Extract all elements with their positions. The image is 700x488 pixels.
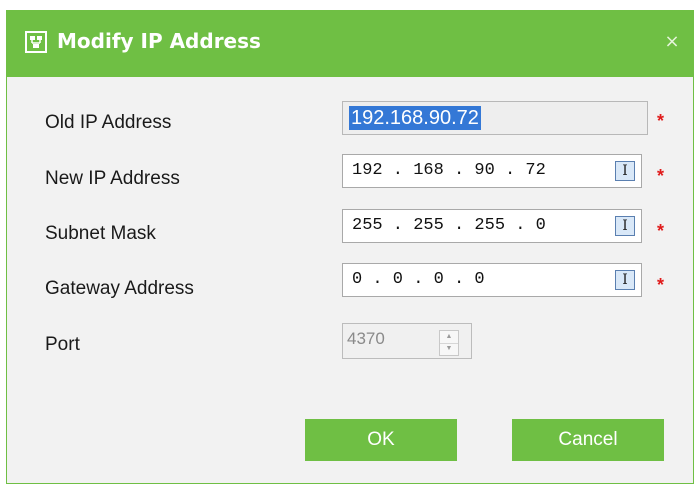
port-label: Port bbox=[45, 334, 80, 355]
old-ip-field[interactable]: 192.168.90.72 bbox=[342, 101, 648, 135]
ok-button[interactable]: OK bbox=[305, 419, 457, 461]
ip-input-toggle-icon[interactable]: I bbox=[615, 216, 635, 236]
required-marker: * bbox=[657, 221, 665, 241]
gateway-value: 0 . 0 . 0 . 0 bbox=[352, 270, 485, 289]
subnet-mask-value: 255 . 255 . 255 . 0 bbox=[352, 216, 546, 235]
subnet-mask-field[interactable]: 255 . 255 . 255 . 0 I bbox=[342, 209, 642, 243]
port-value: 4370 bbox=[347, 329, 385, 348]
required-marker: * bbox=[657, 166, 665, 186]
new-ip-label: New IP Address bbox=[45, 168, 180, 189]
port-spinner: ▲ ▼ bbox=[439, 330, 459, 356]
modify-ip-dialog: Modify IP Address × Old IP Address 192.1… bbox=[6, 10, 694, 484]
new-ip-field[interactable]: 192 . 168 . 90 . 72 I bbox=[342, 154, 642, 188]
close-icon[interactable]: × bbox=[661, 31, 683, 53]
old-ip-label: Old IP Address bbox=[45, 112, 172, 133]
cancel-button[interactable]: Cancel bbox=[512, 419, 664, 461]
required-marker: * bbox=[657, 275, 665, 295]
network-config-icon bbox=[25, 31, 47, 53]
gateway-field[interactable]: 0 . 0 . 0 . 0 I bbox=[342, 263, 642, 297]
port-input: 4370 ▲ ▼ bbox=[342, 323, 472, 359]
spinner-down-icon: ▼ bbox=[445, 345, 453, 352]
dialog-titlebar[interactable]: Modify IP Address × bbox=[7, 11, 693, 77]
new-ip-value: 192 . 168 . 90 . 72 bbox=[352, 161, 546, 180]
ip-input-toggle-icon[interactable]: I bbox=[615, 270, 635, 290]
old-ip-value: 192.168.90.72 bbox=[349, 106, 481, 130]
required-marker: * bbox=[657, 111, 665, 131]
ip-input-toggle-icon[interactable]: I bbox=[615, 161, 635, 181]
gateway-label: Gateway Address bbox=[45, 278, 194, 299]
dialog-title: Modify IP Address bbox=[57, 29, 261, 53]
subnet-mask-label: Subnet Mask bbox=[45, 223, 156, 244]
